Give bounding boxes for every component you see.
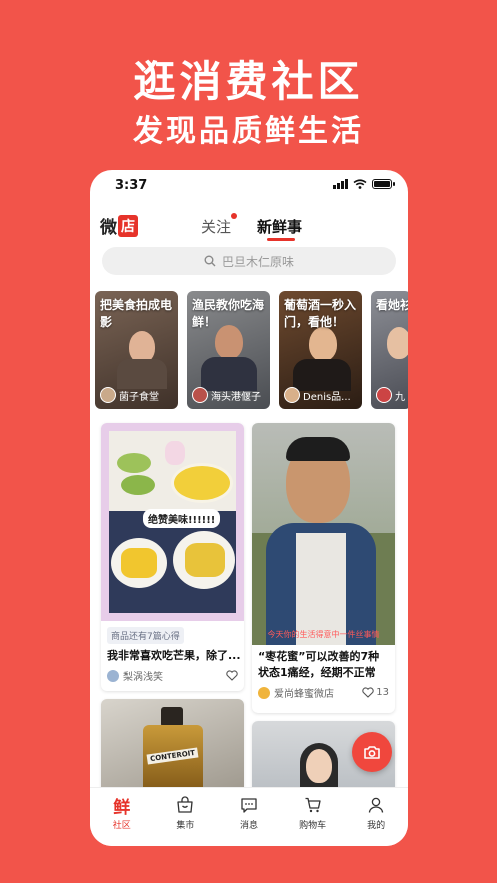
avatar: [192, 387, 208, 403]
avatar: [376, 387, 392, 403]
battery-icon: [372, 179, 395, 189]
phone-frame: 3:37 微 店 关注 新鲜事 巴旦木仁原味 把美食拍成电影 菌子食堂 渔民教你…: [90, 170, 408, 846]
story-username: 九: [395, 391, 405, 403]
status-bar: 3:37: [90, 170, 408, 204]
nav-label: 社区: [112, 821, 131, 831]
fresh-icon-glyph: 鲜: [113, 797, 131, 818]
card-image: CONTEROIT: [101, 699, 244, 799]
story-strip: 把美食拍成电影 菌子食堂 渔民教你吃海鲜！ 海头港偃子 葡萄酒一秒入门，看他！ …: [95, 291, 408, 409]
like-count-value: 13: [376, 687, 389, 698]
card-username: 爱尚蜂蜜微店: [274, 689, 334, 700]
story-user: Denis品...: [284, 387, 351, 403]
feed-card[interactable]: CONTEROIT: [101, 699, 244, 799]
card-meta: 爱尚蜂蜜微店 13: [252, 681, 395, 700]
story-text: 葡萄酒一秒入门，看他！: [284, 298, 357, 329]
app-logo: 微 店: [100, 213, 138, 238]
search-placeholder: 巴旦木仁原味: [221, 254, 294, 269]
card-user: 梨涡浅笑: [107, 668, 163, 683]
card-title: “枣花蜜”可以改善的7种状态1痛经，经期不正常的...: [258, 650, 380, 679]
promo-title: 逛消费社区: [133, 57, 364, 106]
nav-cart[interactable]: 购物车: [281, 788, 345, 846]
story-username: Denis品...: [303, 391, 351, 403]
nav-label: 购物车: [299, 821, 327, 831]
feed-card[interactable]: 绝赞美味!!!!!! 商品还有7篇心得 我非常喜欢吃芒果，除了... 梨涡浅笑: [101, 423, 244, 691]
header: 微 店 关注 新鲜事: [90, 204, 408, 244]
card-image: 今天你的生活得意中一件丝事情: [252, 423, 395, 645]
tab-follow[interactable]: 关注: [201, 213, 238, 237]
active-tab-indicator: [267, 238, 295, 241]
message-icon: [241, 798, 257, 813]
card-title: 我非常喜欢吃芒果，除了...: [107, 649, 241, 662]
avatar: [107, 669, 119, 682]
nav-profile[interactable]: 我的: [344, 788, 408, 846]
nav-messages[interactable]: 消息: [217, 788, 281, 846]
logo-badge: 店: [118, 214, 138, 237]
tab-follow-label: 关注: [201, 218, 232, 236]
notification-dot: [231, 213, 238, 219]
card-tag: 商品还有7篇心得: [107, 627, 184, 644]
image-caption: 今天你的生活得意中一件丝事情: [267, 630, 380, 639]
status-icons: [333, 179, 395, 189]
story-username: 菌子食堂: [119, 391, 159, 403]
status-time: 3:37: [115, 178, 148, 193]
story-user: 海头港偃子: [192, 387, 261, 403]
camera-icon: [364, 745, 380, 759]
like-count: 13: [362, 687, 389, 698]
story-text: 把美食拍成电影: [100, 298, 173, 329]
story-card[interactable]: 把美食拍成电影 菌子食堂: [95, 291, 178, 409]
nav-label: 消息: [239, 821, 258, 831]
signal-icon: [333, 179, 348, 189]
story-user: 九: [376, 387, 405, 403]
card-meta: 梨涡浅笑: [101, 664, 244, 683]
nav-label: 我的: [367, 821, 386, 831]
story-text: 渔民教你吃海鲜！: [192, 298, 265, 329]
avatar: [284, 387, 300, 403]
search-bar[interactable]: 巴旦木仁原味: [102, 247, 396, 275]
market-bag-icon: [177, 796, 194, 813]
tab-fresh[interactable]: 新鲜事: [257, 216, 302, 237]
feed-card[interactable]: 今天你的生活得意中一件丝事情 “枣花蜜”可以改善的7种状态1痛经，经期不正常的.…: [252, 423, 395, 713]
image-caption: 绝赞美味!!!!!!: [143, 509, 221, 528]
card-user: 爱尚蜂蜜微店: [258, 685, 334, 700]
nav-community[interactable]: 鲜 社区: [90, 788, 154, 846]
promo-subtitle: 发现品质鲜生活: [133, 114, 364, 149]
heart-icon[interactable]: [362, 687, 374, 698]
story-user: 菌子食堂: [100, 387, 159, 403]
story-username: 海头港偃子: [211, 391, 261, 403]
card-image: 绝赞美味!!!!!!: [101, 423, 244, 621]
story-text: 看她衫上头！: [376, 298, 408, 312]
fresh-icon: 鲜: [113, 795, 131, 818]
card-username: 梨涡浅笑: [123, 672, 163, 683]
search-icon: [204, 255, 216, 267]
logo-text: 微: [100, 218, 117, 238]
story-card[interactable]: 渔民教你吃海鲜！ 海头港偃子: [187, 291, 270, 409]
nav-market[interactable]: 集市: [154, 788, 218, 846]
story-card[interactable]: 看她衫上头！ 九: [371, 291, 408, 409]
heart-icon[interactable]: [226, 670, 238, 681]
avatar: [258, 686, 270, 699]
wifi-icon: [353, 179, 367, 189]
tab-fresh-label: 新鲜事: [257, 218, 303, 236]
avatar: [100, 387, 116, 403]
story-card[interactable]: 葡萄酒一秒入门，看他！ Denis品...: [279, 291, 362, 409]
camera-button[interactable]: [352, 732, 392, 772]
cart-icon: [305, 797, 321, 813]
person-icon: [369, 797, 384, 813]
bottom-nav: 鲜 社区 集市 消息 购物车 我的: [90, 787, 408, 846]
nav-label: 集市: [176, 821, 195, 831]
